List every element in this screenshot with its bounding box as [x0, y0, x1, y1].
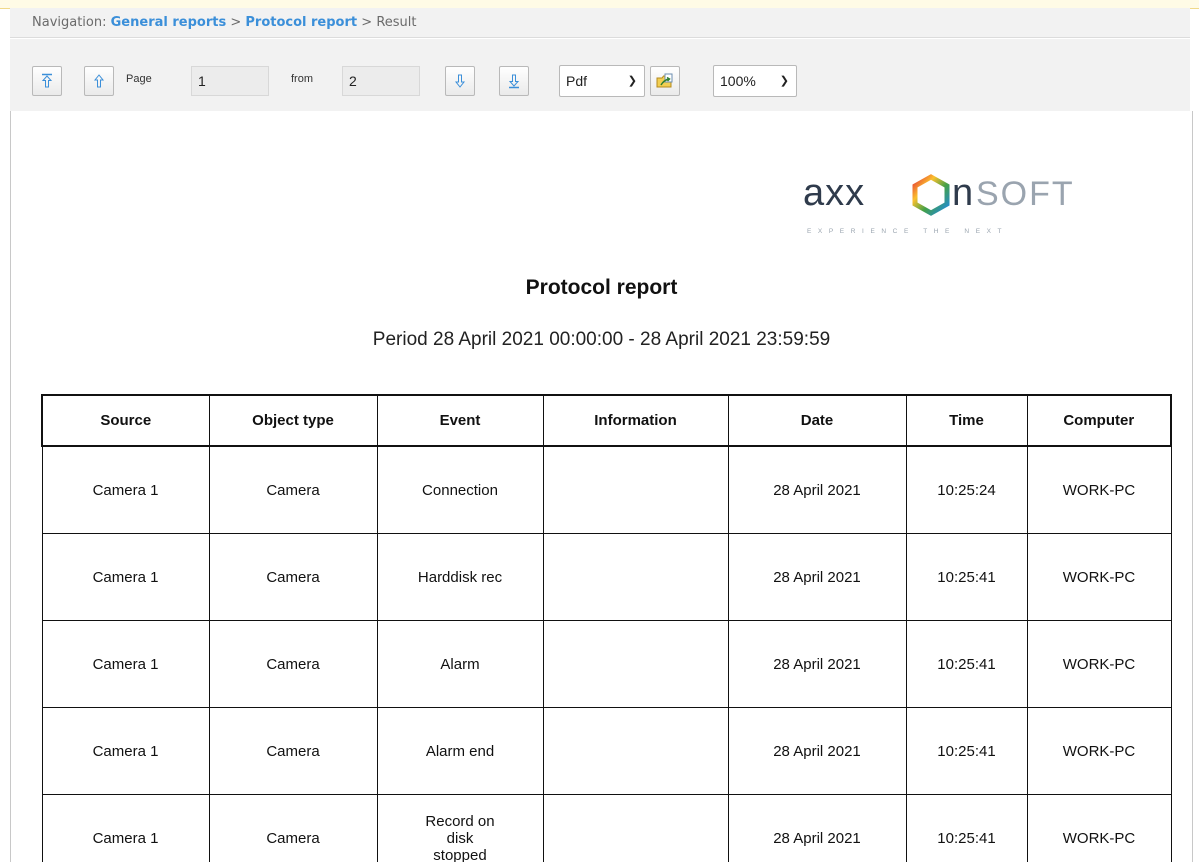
table-cell: 28 April 2021 [727, 445, 907, 534]
table-cell: 10:25:41 [905, 707, 1028, 795]
next-page-icon [454, 74, 466, 88]
column-header: Object type [208, 394, 378, 447]
column-header: Information [542, 394, 729, 447]
table-row: Camera 1 Camera Alarm 28 April 2021 10:2… [41, 620, 1172, 708]
table-cell: Camera [208, 707, 378, 795]
table-cell: WORK-PC [1026, 707, 1172, 795]
table-cell: 10:25:41 [905, 620, 1028, 708]
report-page: axx n SOFT EXPERIENCE THE NEXT Protocol … [10, 111, 1193, 862]
breadcrumb: Navigation: General reports > Protocol r… [10, 8, 1190, 38]
from-label: from [291, 73, 313, 85]
svg-text:SOFT: SOFT [976, 175, 1075, 213]
table-cell: Camera 1 [41, 445, 210, 534]
table-cell: Camera 1 [41, 794, 210, 862]
table-row: Camera 1 Camera Connection 28 April 2021… [41, 445, 1172, 534]
breadcrumb-separator: > [361, 15, 373, 30]
table-cell: WORK-PC [1026, 620, 1172, 708]
column-header: Time [905, 394, 1028, 447]
table-cell: 10:25:41 [905, 533, 1028, 621]
last-page-button[interactable] [499, 66, 529, 96]
breadcrumb-general-reports[interactable]: General reports [111, 15, 227, 30]
table-cell: Camera [208, 794, 378, 862]
table-cell: Connection [376, 445, 544, 534]
column-header: Event [376, 394, 544, 447]
table-cell: Harddisk rec [376, 533, 544, 621]
protocol-table: Source Object type Event Information Dat… [41, 394, 1172, 862]
table-cell [542, 620, 729, 708]
table-cell: Camera 1 [41, 620, 210, 708]
table-cell: Alarm end [376, 707, 544, 795]
table-row: Camera 1 Camera Alarm end 28 April 2021 … [41, 707, 1172, 795]
table-cell: Record on disk stopped [376, 794, 544, 862]
table-cell: 10:25:41 [905, 794, 1028, 862]
table-cell: WORK-PC [1026, 794, 1172, 862]
svg-text:EXPERIENCE THE NEXT: EXPERIENCE THE NEXT [807, 228, 1008, 235]
table-cell: Camera 1 [41, 533, 210, 621]
table-cell: 28 April 2021 [727, 794, 907, 862]
report-toolbar: Page 1 from 2 Pdf ❯ 100% ❯ [10, 39, 1190, 111]
first-page-icon [41, 73, 53, 88]
breadcrumb-separator: > [230, 15, 242, 30]
breadcrumb-current: Result [376, 15, 417, 30]
column-header: Computer [1026, 394, 1172, 447]
table-cell: WORK-PC [1026, 445, 1172, 534]
svg-text:n: n [952, 172, 973, 214]
table-cell [542, 445, 729, 534]
last-page-icon [508, 74, 520, 89]
axxonsoft-logo: axx n SOFT EXPERIENCE THE NEXT [803, 172, 1075, 235]
table-cell: 10:25:24 [905, 445, 1028, 534]
page-label: Page [126, 73, 152, 85]
table-cell: Camera [208, 533, 378, 621]
export-format-value: Pdf [566, 73, 588, 89]
table-cell: WORK-PC [1026, 533, 1172, 621]
report-title: Protocol report [525, 276, 678, 299]
first-page-button[interactable] [32, 66, 62, 96]
table-row: Camera 1 Camera Record on disk stopped 2… [41, 794, 1172, 862]
chevron-down-icon: ❯ [627, 75, 637, 87]
export-button[interactable] [650, 66, 680, 96]
chevron-down-icon: ❯ [779, 75, 789, 87]
table-cell: Alarm [376, 620, 544, 708]
zoom-value: 100% [720, 73, 756, 89]
table-cell: 28 April 2021 [727, 707, 907, 795]
prev-page-icon [93, 74, 105, 88]
table-cell: Camera 1 [41, 707, 210, 795]
breadcrumb-prefix: Navigation: [32, 15, 107, 30]
prev-page-button[interactable] [84, 66, 114, 96]
export-format-select[interactable]: Pdf ❯ [559, 65, 645, 97]
export-icon [656, 73, 673, 88]
svg-text:axx: axx [803, 172, 865, 214]
total-pages-field: 2 [342, 66, 420, 96]
table-cell [542, 794, 729, 862]
report-period: Period 28 April 2021 00:00:00 - 28 April… [372, 329, 831, 350]
column-header: Date [727, 394, 907, 447]
next-page-button[interactable] [445, 66, 475, 96]
column-header: Source [41, 394, 210, 447]
table-cell: 28 April 2021 [727, 620, 907, 708]
table-cell: Camera [208, 620, 378, 708]
page-number-input[interactable]: 1 [191, 66, 269, 96]
table-cell [542, 533, 729, 621]
table-cell [542, 707, 729, 795]
table-cell: Camera [208, 445, 378, 534]
table-header-row: Source Object type Event Information Dat… [41, 394, 1172, 447]
table-cell: 28 April 2021 [727, 533, 907, 621]
breadcrumb-protocol-report[interactable]: Protocol report [245, 15, 357, 30]
table-row: Camera 1 Camera Harddisk rec 28 April 20… [41, 533, 1172, 621]
zoom-select[interactable]: 100% ❯ [713, 65, 797, 97]
